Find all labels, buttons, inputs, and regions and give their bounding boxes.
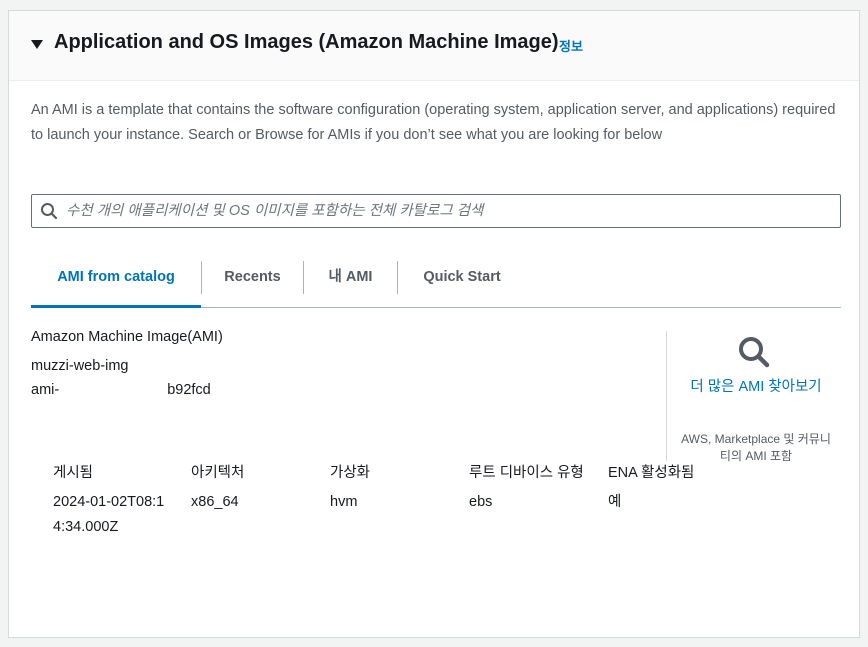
detail-value: 예 — [608, 494, 622, 510]
ami-section-panel: Application and OS Images (Amazon Machin… — [8, 10, 860, 638]
ami-id-suffix: b92fcd — [167, 382, 211, 398]
ami-label: Amazon Machine Image(AMI) — [31, 329, 223, 345]
ami-tabs: AMI from catalog Recents 내 AMI Quick Sta… — [31, 261, 841, 308]
section-header[interactable]: Application and OS Images (Amazon Machin… — [9, 11, 859, 81]
ami-search-box[interactable] — [31, 194, 841, 228]
detail-root-device-type: 루트 디바이스 유형 ebs — [469, 461, 594, 515]
detail-label: 루트 디바이스 유형 — [469, 465, 584, 481]
vertical-divider — [666, 331, 667, 461]
search-icon[interactable] — [736, 334, 772, 370]
tab-quick-start[interactable]: Quick Start — [398, 261, 526, 307]
section-description: An AMI is a template that contains the s… — [31, 102, 836, 143]
detail-architecture: 아키텍처 x86_64 — [191, 461, 316, 515]
ami-id: ami-b92fcd — [31, 382, 211, 398]
detail-virtualization: 가상화 hvm — [330, 461, 455, 515]
ami-name: muzzi-web-img — [31, 358, 129, 374]
info-link[interactable]: 정보 — [559, 36, 583, 55]
detail-label: ENA 활성화됨 — [608, 465, 695, 481]
browse-more-subtext: AWS, Marketplace 및 커뮤니티의 AMI 포함 — [681, 432, 831, 463]
tab-recents[interactable]: Recents — [202, 261, 303, 307]
detail-label: 아키텍처 — [191, 465, 245, 481]
detail-published: 게시됨 2024-01-02T08:14:34.000Z — [53, 461, 178, 540]
detail-ena-enabled: ENA 활성화됨 예 — [608, 461, 733, 515]
ami-search-input[interactable] — [66, 195, 826, 227]
tab-ami-from-catalog[interactable]: AMI from catalog — [31, 261, 201, 308]
section-title: Application and OS Images (Amazon Machin… — [54, 31, 559, 53]
detail-label: 가상화 — [330, 465, 371, 481]
detail-value: x86_64 — [191, 494, 239, 510]
caret-down-icon[interactable] — [31, 40, 43, 49]
ami-id-prefix: ami- — [31, 382, 60, 398]
search-icon — [41, 203, 58, 220]
detail-value: ebs — [469, 494, 493, 510]
detail-value: 2024-01-02T08:14:34.000Z — [53, 494, 165, 535]
browse-more-amis-link[interactable]: 더 많은 AMI 찾아보기 — [681, 376, 831, 399]
detail-label: 게시됨 — [53, 465, 94, 481]
tab-my-ami[interactable]: 내 AMI — [304, 261, 397, 307]
detail-value: hvm — [330, 494, 358, 510]
